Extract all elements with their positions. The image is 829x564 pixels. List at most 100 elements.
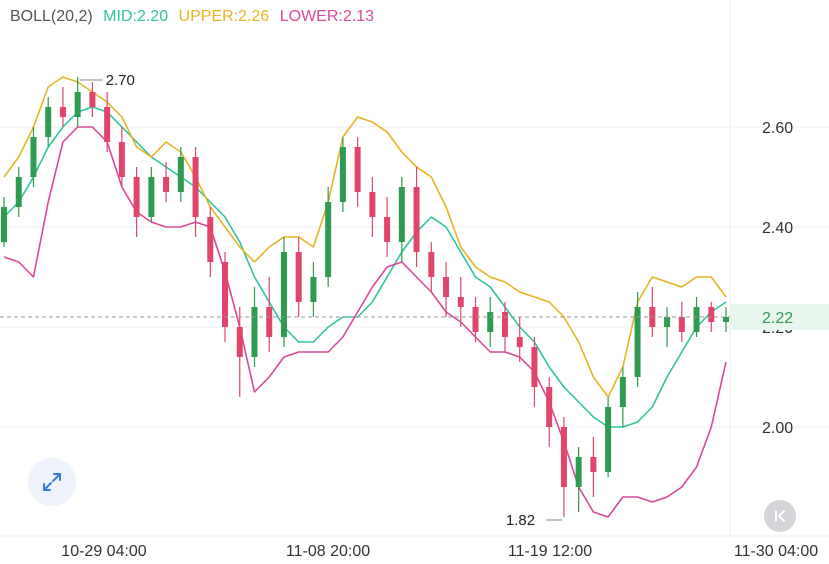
candle-body [384,217,391,242]
candle [89,82,96,117]
candle-body [398,187,405,242]
candle-body [236,327,243,357]
candle-body [118,142,125,177]
candle-body [280,252,287,337]
candle-body [531,347,538,387]
candle [678,302,685,342]
candle [590,437,597,497]
candle-body [45,107,52,137]
candle-body [59,107,66,117]
candle [118,127,125,187]
candle-body [133,177,140,217]
candle-body [723,317,729,322]
candle [15,167,22,217]
candle [560,417,567,517]
candle-body [15,177,22,207]
candle [295,237,302,317]
candle [457,277,464,327]
candle-body [30,137,37,177]
candle-body [1,207,7,242]
candle [1,197,7,247]
candle [325,187,332,287]
candle [266,277,273,352]
candles [1,77,729,517]
candle [369,177,376,237]
candle-body [664,317,671,327]
collapse-panel-icon [775,510,785,522]
y-tick-label: 2.00 [762,420,793,437]
candle-body [251,307,258,357]
candle-body [104,107,111,142]
y-tick-label: 2.60 [762,120,793,137]
x-axis: 10-29 04:00 11-08 20:00 11-19 12:00 11-30 0… [61,543,818,560]
candle-body [177,157,184,192]
candle [310,262,317,317]
candle [74,77,81,127]
x-tick-label: 11-30 04:00 [734,543,818,560]
candle [384,197,391,257]
bollinger-bands [3,76,727,518]
candle [605,397,612,477]
candle-body [89,92,96,107]
expand-arrows-icon [43,473,61,491]
candle-body [339,147,346,202]
x-tick-label: 11-19 12:00 [508,543,592,560]
y-axis: 2.002.202.402.60 [762,120,793,437]
candle-body [619,377,626,407]
candle [148,167,155,222]
candle [251,287,258,367]
candle-body [708,307,715,322]
candle-body [428,252,435,277]
candle-body [605,407,612,472]
candle [339,137,346,212]
x-tick-label: 10-29 04:00 [61,543,147,560]
candle [207,207,214,277]
candle-body [207,217,214,262]
candle [45,97,52,147]
candle-body [163,177,170,192]
candle-body [501,312,508,337]
candle [428,242,435,292]
upper-band-line [3,76,727,398]
candle-body [516,337,523,347]
candle [59,87,66,127]
x-tick-label: 11-08 20:00 [286,543,370,560]
current-price-label: 2.22 [762,310,793,327]
candle [487,297,494,347]
candle-body [472,307,479,332]
candle [546,377,553,447]
candle [664,307,671,347]
candlestick-chart[interactable]: 2.002.202.402.60 10-29 04:0011-08 20:001… [0,0,829,564]
candle-body [590,457,597,472]
candle-body [266,307,273,337]
candle [413,167,420,267]
candle-body [325,202,332,277]
candle-body [192,157,199,217]
expand-button[interactable] [28,458,76,506]
candle-body [575,457,582,487]
candle [575,447,582,512]
candle [649,287,656,337]
candle-body [457,297,464,307]
candle [30,127,37,187]
candle-body [487,312,494,332]
candle [723,307,729,332]
candle-body [295,252,302,302]
candle [619,367,626,427]
collapse-panel-button[interactable] [764,500,796,532]
y-tick-label: 2.40 [762,220,793,237]
candle-body [310,277,317,302]
low-annotation: 1.82 [506,512,535,529]
candle [531,337,538,407]
candle-body [74,92,81,117]
candle-body [354,147,361,192]
candle [222,252,229,342]
candle [634,292,641,387]
candle-body [546,387,553,427]
lower-band-line [3,126,727,518]
high-annotation: 2.70 [106,72,135,89]
candle-body [560,427,567,487]
candle-body [443,277,450,297]
candle [280,237,287,347]
candle-body [678,317,685,332]
